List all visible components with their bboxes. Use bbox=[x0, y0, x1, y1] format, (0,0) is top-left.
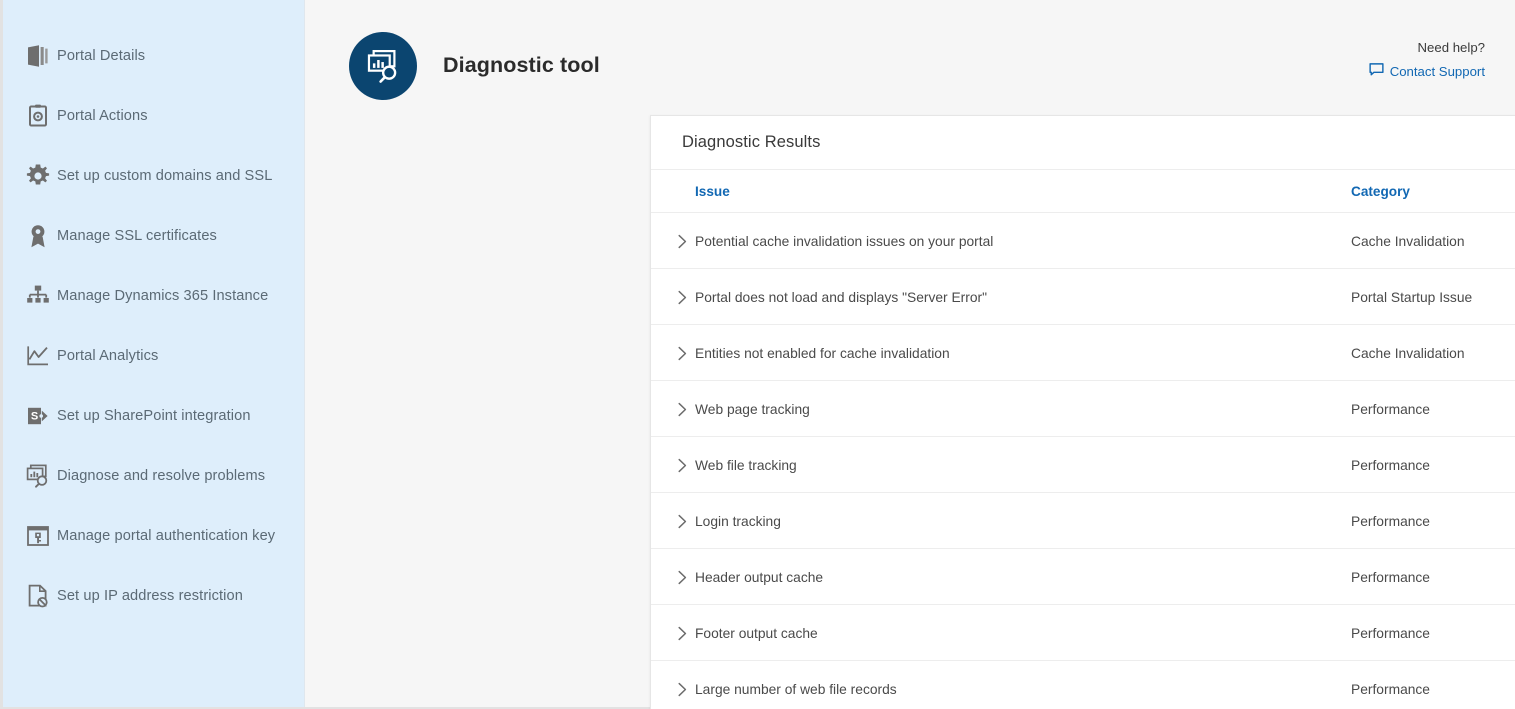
cell-category: Cache Invalidation bbox=[1351, 213, 1515, 269]
issue-label: Header output cache bbox=[695, 570, 823, 585]
column-header-category[interactable]: Category bbox=[1351, 170, 1515, 213]
contact-support-label: Contact Support bbox=[1390, 64, 1485, 79]
sidebar-item-label: Manage portal authentication key bbox=[57, 528, 275, 544]
sidebar-item-label: Set up SharePoint integration bbox=[57, 408, 251, 424]
table-row[interactable]: Entities not enabled for cache invalidat… bbox=[651, 325, 1515, 381]
document-blocked-icon bbox=[19, 583, 57, 609]
sidebar-item-sharepoint-integration[interactable]: S Set up SharePoint integration bbox=[3, 386, 304, 446]
expand-row-chevron-icon[interactable] bbox=[669, 234, 695, 249]
cell-issue: Large number of web file records bbox=[651, 661, 1351, 709]
need-help-label: Need help? bbox=[1369, 40, 1485, 55]
sidebar-item-label: Diagnose and resolve problems bbox=[57, 468, 265, 484]
issue-label: Login tracking bbox=[695, 514, 781, 529]
card-header: Diagnostic Results Refresh results bbox=[651, 116, 1515, 169]
gear-icon bbox=[19, 163, 57, 189]
expand-row-chevron-icon[interactable] bbox=[669, 514, 695, 529]
contact-support-link[interactable]: Contact Support bbox=[1369, 62, 1485, 80]
expand-row-chevron-icon[interactable] bbox=[669, 682, 695, 697]
table-body: Potential cache invalidation issues on y… bbox=[651, 213, 1515, 709]
certificate-ribbon-icon bbox=[19, 223, 57, 249]
sidebar-navigation: Portal Details Portal Actions Set up cus… bbox=[3, 0, 305, 707]
sidebar-item-portal-analytics[interactable]: Portal Analytics bbox=[3, 326, 304, 386]
sidebar-item-portal-authentication-key[interactable]: Manage portal authentication key bbox=[3, 506, 304, 566]
table-row[interactable]: Web page trackingPerformancePass bbox=[651, 381, 1515, 437]
table-header: Issue Category Result bbox=[651, 170, 1515, 213]
cell-issue: Footer output cache bbox=[651, 605, 1351, 661]
card-title: Diagnostic Results bbox=[682, 133, 820, 152]
cell-category: Performance bbox=[1351, 605, 1515, 661]
auth-key-icon bbox=[19, 523, 57, 549]
sidebar-item-portal-details[interactable]: Portal Details bbox=[3, 26, 304, 86]
table-row[interactable]: Login trackingPerformancePass bbox=[651, 493, 1515, 549]
cell-issue: Potential cache invalidation issues on y… bbox=[651, 213, 1351, 269]
page-title: Diagnostic tool bbox=[443, 53, 600, 78]
issue-label: Entities not enabled for cache invalidat… bbox=[695, 346, 950, 361]
cell-category: Performance bbox=[1351, 549, 1515, 605]
issue-label: Web page tracking bbox=[695, 402, 810, 417]
cell-category: Performance bbox=[1351, 437, 1515, 493]
sidebar-item-label: Portal Actions bbox=[57, 108, 148, 124]
sidebar-item-label: Portal Details bbox=[57, 48, 145, 64]
cell-category: Cache Invalidation bbox=[1351, 325, 1515, 381]
help-section: Need help? Contact Support bbox=[1369, 32, 1485, 80]
cell-category: Portal Startup Issue bbox=[1351, 269, 1515, 325]
cell-issue: Login tracking bbox=[651, 493, 1351, 549]
cell-issue: Entities not enabled for cache invalidat… bbox=[651, 325, 1351, 381]
table-row[interactable]: Portal does not load and displays "Serve… bbox=[651, 269, 1515, 325]
issue-label: Footer output cache bbox=[695, 626, 818, 641]
sidebar-item-custom-domains-ssl[interactable]: Set up custom domains and SSL bbox=[3, 146, 304, 206]
cell-issue: Web page tracking bbox=[651, 381, 1351, 437]
expand-row-chevron-icon[interactable] bbox=[669, 570, 695, 585]
chat-bubble-icon bbox=[1369, 62, 1384, 80]
sidebar-item-manage-dynamics-instance[interactable]: Manage Dynamics 365 Instance bbox=[3, 266, 304, 326]
cell-category: Performance bbox=[1351, 661, 1515, 709]
cell-issue: Header output cache bbox=[651, 549, 1351, 605]
sidebar-item-label: Set up IP address restriction bbox=[57, 588, 243, 604]
sidebar-item-portal-actions[interactable]: Portal Actions bbox=[3, 86, 304, 146]
table-row[interactable]: Header output cachePerformancePass bbox=[651, 549, 1515, 605]
cell-category: Performance bbox=[1351, 381, 1515, 437]
expand-row-chevron-icon[interactable] bbox=[669, 290, 695, 305]
clipboard-gear-icon bbox=[19, 103, 57, 129]
sidebar-item-label: Portal Analytics bbox=[57, 348, 158, 364]
table-row[interactable]: Web file trackingPerformancePass bbox=[651, 437, 1515, 493]
diagnostic-tool-brand-icon bbox=[349, 32, 417, 100]
page-header: Diagnostic tool Need help? Contact Suppo… bbox=[305, 0, 1515, 108]
sidebar-item-diagnose-resolve-problems[interactable]: Diagnose and resolve problems bbox=[3, 446, 304, 506]
issue-label: Web file tracking bbox=[695, 458, 797, 473]
main-content: Diagnostic tool Need help? Contact Suppo… bbox=[305, 0, 1515, 707]
sidebar-item-label: Manage SSL certificates bbox=[57, 228, 217, 244]
diagnostic-magnifier-icon bbox=[19, 463, 57, 489]
table-row[interactable]: Large number of web file records Performa… bbox=[651, 661, 1515, 709]
cell-issue: Web file tracking bbox=[651, 437, 1351, 493]
issue-label: Potential cache invalidation issues on y… bbox=[695, 234, 993, 249]
expand-row-chevron-icon[interactable] bbox=[669, 626, 695, 641]
column-header-issue[interactable]: Issue bbox=[651, 170, 1351, 213]
issue-label: Large number of web file records bbox=[695, 682, 897, 697]
portal-details-icon bbox=[19, 43, 57, 69]
table-row[interactable]: Footer output cachePerformancePass bbox=[651, 605, 1515, 661]
expand-row-chevron-icon[interactable] bbox=[669, 402, 695, 417]
diagnostic-results-card: Diagnostic Results Refresh results bbox=[650, 115, 1515, 709]
cell-category: Performance bbox=[1351, 493, 1515, 549]
line-chart-icon bbox=[19, 343, 57, 369]
expand-row-chevron-icon[interactable] bbox=[669, 346, 695, 361]
sidebar-item-ip-address-restriction[interactable]: Set up IP address restriction bbox=[3, 566, 304, 626]
diagnostic-tool-page: Portal Details Portal Actions Set up cus… bbox=[0, 0, 1515, 709]
sidebar-item-manage-ssl-certificates[interactable]: Manage SSL certificates bbox=[3, 206, 304, 266]
issue-label: Portal does not load and displays "Serve… bbox=[695, 290, 987, 305]
sidebar-item-label: Set up custom domains and SSL bbox=[57, 168, 272, 184]
svg-text:S: S bbox=[31, 411, 38, 423]
expand-row-chevron-icon[interactable] bbox=[669, 458, 695, 473]
diagnostic-results-table: Issue Category Result Potential cache in… bbox=[651, 169, 1515, 709]
table-row[interactable]: Potential cache invalidation issues on y… bbox=[651, 213, 1515, 269]
sidebar-item-label: Manage Dynamics 365 Instance bbox=[57, 288, 268, 304]
cell-issue: Portal does not load and displays "Serve… bbox=[651, 269, 1351, 325]
sharepoint-icon: S bbox=[19, 403, 57, 429]
org-hierarchy-icon bbox=[19, 283, 57, 309]
